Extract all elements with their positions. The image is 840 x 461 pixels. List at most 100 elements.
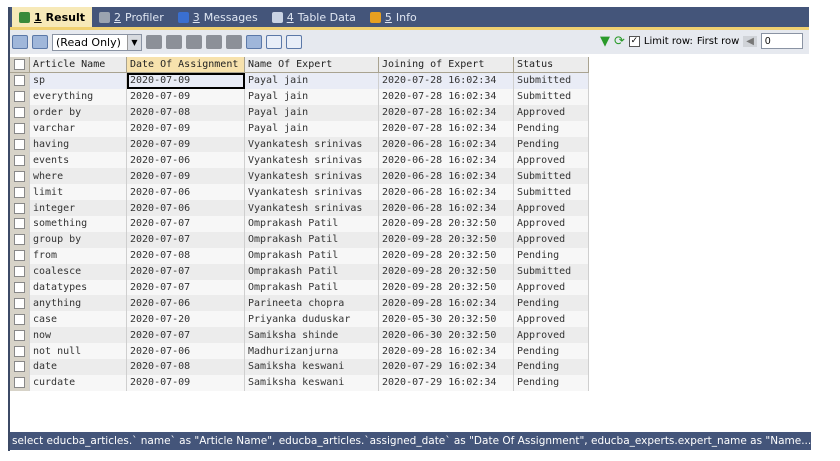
table-row[interactable]: having 2020-07-09 Vyankatesh srinivas 2020-…: [10, 136, 589, 153]
text-view-icon[interactable]: [286, 35, 302, 49]
mode-select[interactable]: (Read Only) ▼: [52, 33, 142, 51]
table-cell[interactable]: Approved: [514, 152, 589, 169]
table-cell[interactable]: Samiksha keswani: [245, 359, 379, 375]
column-header[interactable]: Status: [514, 57, 589, 72]
table-cell[interactable]: Approved: [514, 231, 589, 248]
table-cell[interactable]: Approved: [514, 327, 589, 344]
table-cell[interactable]: limit: [30, 184, 127, 201]
export-icon[interactable]: [32, 35, 48, 49]
table-row[interactable]: curdate 2020-07-09 Samiksha keswani 2020-07…: [10, 374, 589, 391]
row-checkbox[interactable]: [10, 295, 30, 312]
table-cell[interactable]: 2020-06-28 16:02:34: [379, 200, 514, 217]
filter-icon[interactable]: ▼: [600, 34, 610, 49]
table-cell[interactable]: Pending: [514, 136, 589, 153]
table-cell[interactable]: Vyankatesh srinivas: [245, 152, 379, 169]
table-cell[interactable]: 2020-07-06: [127, 295, 245, 312]
table-cell[interactable]: 2020-09-28 20:32:50: [379, 263, 514, 280]
tab-profiler[interactable]: 2 Profiler: [92, 7, 171, 27]
column-header[interactable]: Article Name: [30, 57, 127, 72]
row-checkbox[interactable]: [10, 88, 30, 105]
tab-table-data[interactable]: 4 Table Data: [265, 7, 363, 27]
grid-view-icon[interactable]: [246, 35, 262, 49]
table-cell[interactable]: 2020-07-29 16:02:34: [379, 359, 514, 375]
table-cell[interactable]: varchar: [30, 120, 127, 137]
table-cell[interactable]: Pending: [514, 120, 589, 137]
table-cell[interactable]: Submitted: [514, 168, 589, 185]
table-cell[interactable]: Payal jain: [245, 120, 379, 137]
table-cell[interactable]: 2020-07-06: [127, 184, 245, 201]
table-cell[interactable]: sp: [30, 73, 127, 89]
table-row[interactable]: from 2020-07-08 Omprakash Patil 2020-09-28 …: [10, 247, 589, 264]
table-cell[interactable]: 2020-07-28 16:02:34: [379, 73, 514, 89]
table-cell[interactable]: order by: [30, 104, 127, 121]
tab-result[interactable]: 1 Result: [12, 7, 92, 27]
row-checkbox[interactable]: [10, 263, 30, 280]
row-checkbox[interactable]: [10, 231, 30, 248]
row-checkbox[interactable]: [10, 374, 30, 391]
add-row-icon[interactable]: [12, 35, 28, 49]
table-cell[interactable]: 2020-07-28 16:02:34: [379, 88, 514, 105]
table-cell[interactable]: 2020-09-28 20:32:50: [379, 231, 514, 248]
table-cell[interactable]: 2020-07-06: [127, 343, 245, 360]
table-cell[interactable]: 2020-07-08: [127, 104, 245, 121]
table-cell[interactable]: Approved: [514, 200, 589, 217]
table-cell[interactable]: Pending: [514, 343, 589, 360]
table-cell[interactable]: 2020-05-30 20:32:50: [379, 311, 514, 328]
table-cell[interactable]: Pending: [514, 374, 589, 391]
table-cell[interactable]: now: [30, 327, 127, 344]
table-cell[interactable]: from: [30, 247, 127, 264]
table-cell[interactable]: 2020-09-28 20:32:50: [379, 279, 514, 296]
table-cell[interactable]: something: [30, 216, 127, 232]
table-cell[interactable]: 2020-07-08: [127, 247, 245, 264]
table-cell[interactable]: case: [30, 311, 127, 328]
table-cell[interactable]: Approved: [514, 104, 589, 121]
table-cell[interactable]: 2020-09-28 20:32:50: [379, 247, 514, 264]
select-all-checkbox[interactable]: [10, 57, 30, 72]
table-cell[interactable]: Vyankatesh srinivas: [245, 168, 379, 185]
first-row-input[interactable]: [761, 33, 803, 49]
table-cell[interactable]: 2020-07-07: [127, 279, 245, 296]
refresh-icon[interactable]: ⟳: [614, 34, 625, 49]
row-checkbox[interactable]: [10, 184, 30, 201]
row-checkbox[interactable]: [10, 311, 30, 328]
table-cell[interactable]: 2020-07-28 16:02:34: [379, 104, 514, 121]
table-cell[interactable]: 2020-07-08: [127, 359, 245, 375]
table-cell[interactable]: Submitted: [514, 88, 589, 105]
table-cell[interactable]: Payal jain: [245, 104, 379, 121]
table-cell[interactable]: Vyankatesh srinivas: [245, 184, 379, 201]
row-checkbox[interactable]: [10, 327, 30, 344]
table-row[interactable]: date 2020-07-08 Samiksha keswani 2020-07-29…: [10, 359, 589, 375]
table-cell[interactable]: Submitted: [514, 263, 589, 280]
delete-icon[interactable]: [206, 35, 222, 49]
table-cell[interactable]: 2020-07-09: [127, 73, 245, 89]
table-cell[interactable]: 2020-07-09: [127, 88, 245, 105]
table-row[interactable]: not null 2020-07-06 Madhurizanjurna 2020-09…: [10, 343, 589, 360]
table-cell[interactable]: 2020-06-28 16:02:34: [379, 152, 514, 169]
table-row[interactable]: group by 2020-07-07 Omprakash Patil 2020-09…: [10, 231, 589, 248]
table-row[interactable]: limit 2020-07-06 Vyankatesh srinivas 2020-0…: [10, 184, 589, 201]
table-cell[interactable]: 2020-06-30 20:32:50: [379, 327, 514, 344]
table-row[interactable]: everything 2020-07-09 Payal jain 2020-07-28…: [10, 88, 589, 105]
table-cell[interactable]: integer: [30, 200, 127, 217]
table-cell[interactable]: 2020-07-29 16:02:34: [379, 374, 514, 391]
row-checkbox[interactable]: [10, 168, 30, 185]
tab-messages[interactable]: 3 Messages: [171, 7, 265, 27]
table-row[interactable]: sp 2020-07-09 Payal jain 2020-07-28 16:02:3…: [10, 73, 589, 89]
table-cell[interactable]: 2020-07-07: [127, 231, 245, 248]
table-cell[interactable]: 2020-07-09: [127, 120, 245, 137]
row-checkbox[interactable]: [10, 279, 30, 296]
table-row[interactable]: order by 2020-07-08 Payal jain 2020-07-28 1…: [10, 104, 589, 121]
table-cell[interactable]: Pending: [514, 359, 589, 375]
insert-row-icon[interactable]: [146, 35, 162, 49]
table-cell[interactable]: Vyankatesh srinivas: [245, 200, 379, 217]
table-row[interactable]: events 2020-07-06 Vyankatesh srinivas 2020-…: [10, 152, 589, 169]
table-cell[interactable]: 2020-09-28 16:02:34: [379, 343, 514, 360]
table-cell[interactable]: everything: [30, 88, 127, 105]
table-cell[interactable]: curdate: [30, 374, 127, 391]
table-cell[interactable]: 2020-07-20: [127, 311, 245, 328]
column-header[interactable]: Joining of Expert: [379, 57, 514, 72]
table-row[interactable]: varchar 2020-07-09 Payal jain 2020-07-28 16…: [10, 120, 589, 137]
table-cell[interactable]: not null: [30, 343, 127, 360]
table-cell[interactable]: group by: [30, 231, 127, 248]
table-cell[interactable]: Approved: [514, 279, 589, 296]
